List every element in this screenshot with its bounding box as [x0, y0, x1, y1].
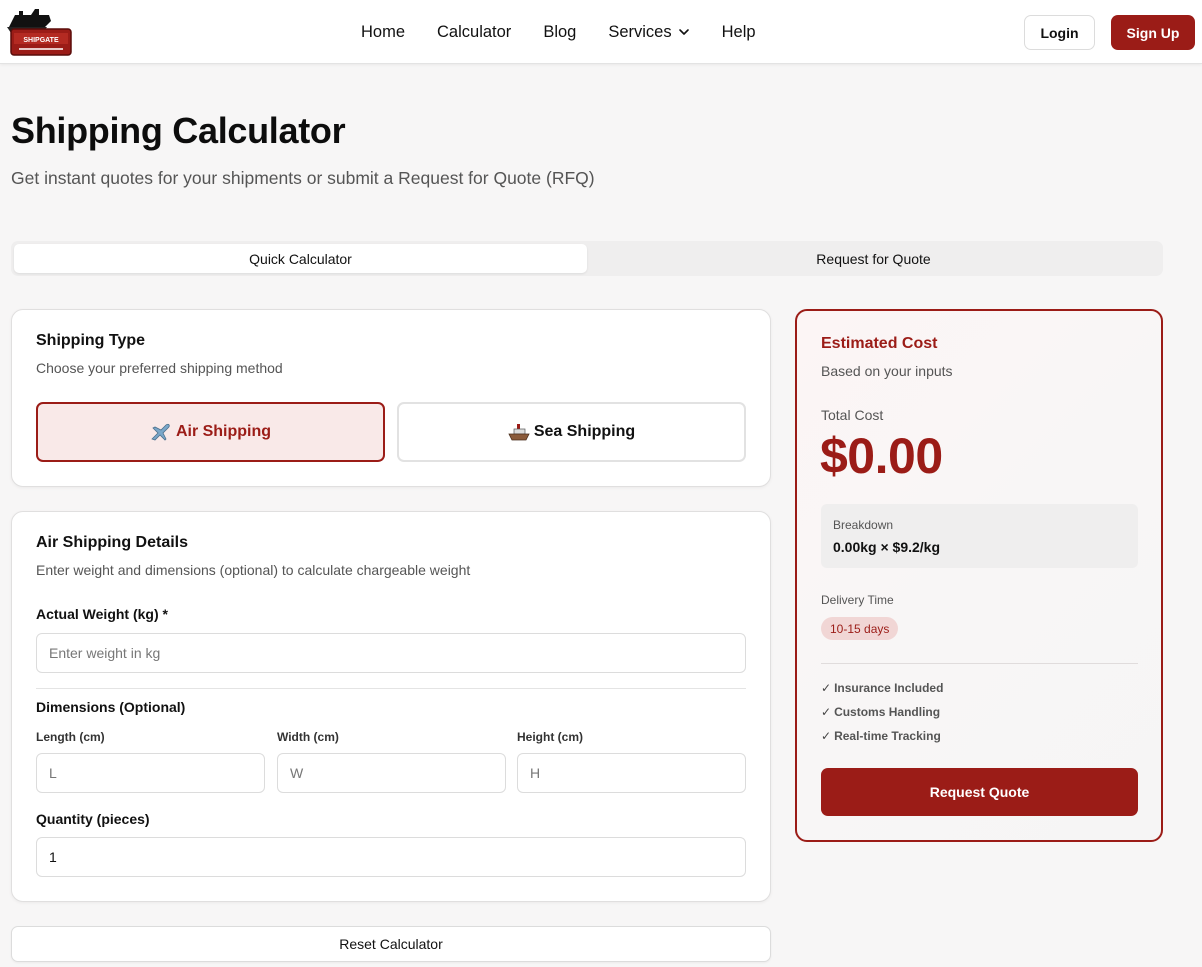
shipping-type-title: Shipping Type [36, 332, 146, 349]
shipping-type-card: Shipping Type Choose your preferred ship… [11, 309, 771, 487]
nav-home[interactable]: Home [361, 23, 405, 42]
estimated-cost-card: Estimated Cost Based on your inputs Tota… [795, 309, 1163, 842]
weight-input[interactable]: Enter weight in kg [36, 633, 746, 673]
nav-blog[interactable]: Blog [543, 23, 576, 42]
feature-item: ✓ Insurance Included [821, 681, 943, 705]
page-subtitle: Get instant quotes for your shipments or… [11, 168, 595, 188]
signup-button[interactable]: Sign Up [1111, 15, 1195, 50]
login-button[interactable]: Login [1024, 15, 1095, 50]
air-shipping-label: Air Shipping [175, 423, 272, 440]
main-nav: Home Calculator Blog Services Help [361, 0, 756, 64]
estimated-cost-title: Estimated Cost [821, 335, 938, 352]
nav-help[interactable]: Help [722, 23, 756, 42]
feature-item: ✓ Customs Handling [821, 705, 943, 729]
nav-services-label: Services [608, 22, 672, 41]
calculator-tabs: Quick Calculator Request for Quote [11, 241, 1163, 276]
tab-quick-calculator[interactable]: Quick Calculator [14, 244, 587, 273]
height-input[interactable]: H [517, 753, 746, 793]
quantity-input[interactable]: 1 [36, 837, 746, 877]
air-shipping-details-card: Air Shipping Details Enter weight and di… [11, 511, 771, 902]
width-label: Width (cm) [277, 730, 339, 744]
length-label: Length (cm) [36, 730, 105, 744]
check-icon: ✓ [821, 705, 832, 719]
total-cost-value: $0.00 [820, 428, 943, 484]
nav-calculator[interactable]: Calculator [437, 23, 511, 42]
height-label: Height (cm) [517, 730, 583, 744]
feature-list: ✓ Insurance Included ✓ Customs Handling … [821, 681, 943, 753]
air-shipping-button[interactable]: Air Shipping [36, 402, 385, 462]
page-title: Shipping Calculator [11, 110, 346, 151]
breakdown-value: 0.00kg × $9.2/kg [833, 539, 941, 555]
total-cost-label: Total Cost [821, 407, 884, 423]
section-divider [36, 688, 746, 689]
breakdown-label: Breakdown [833, 518, 894, 532]
check-icon: ✓ [821, 729, 832, 743]
sea-shipping-button[interactable]: Sea Shipping [397, 402, 746, 462]
airplane-icon [151, 423, 170, 441]
weight-label: Actual Weight (kg) * [36, 606, 168, 622]
details-desc: Enter weight and dimensions (optional) t… [36, 562, 471, 578]
quantity-label: Quantity (pieces) [36, 811, 150, 827]
estimate-divider [821, 663, 1138, 664]
breakdown-box: Breakdown 0.00kg × $9.2/kg [821, 504, 1138, 568]
reset-calculator-button[interactable]: Reset Calculator [11, 926, 771, 962]
width-input[interactable]: W [277, 753, 506, 793]
ship-icon [508, 424, 530, 441]
delivery-time-badge: 10-15 days [821, 617, 899, 640]
dimensions-label: Dimensions (Optional) [36, 699, 186, 715]
request-quote-button[interactable]: Request Quote [821, 768, 1138, 816]
length-input[interactable]: L [36, 753, 265, 793]
shipping-type-desc: Choose your preferred shipping method [36, 360, 283, 376]
feature-customs: Customs Handling [834, 705, 941, 719]
nav-services[interactable]: Services [608, 23, 689, 42]
tab-request-for-quote[interactable]: Request for Quote [587, 244, 1160, 273]
details-title: Air Shipping Details [36, 534, 189, 551]
feature-insurance: Insurance Included [834, 681, 944, 695]
check-icon: ✓ [821, 681, 832, 695]
estimated-cost-desc: Based on your inputs [821, 363, 953, 379]
logo-text: SHIPGATE [23, 37, 59, 44]
feature-item: ✓ Real-time Tracking [821, 729, 943, 753]
shipgate-logo[interactable]: SHIPGATE [5, 5, 73, 57]
feature-tracking: Real-time Tracking [834, 729, 941, 743]
delivery-time-label: Delivery Time [821, 593, 894, 607]
chevron-down-icon [678, 29, 689, 35]
sea-shipping-label: Sea Shipping [533, 423, 636, 440]
top-navbar: SHIPGATE Home Calculator Blog Services H… [0, 0, 1202, 64]
